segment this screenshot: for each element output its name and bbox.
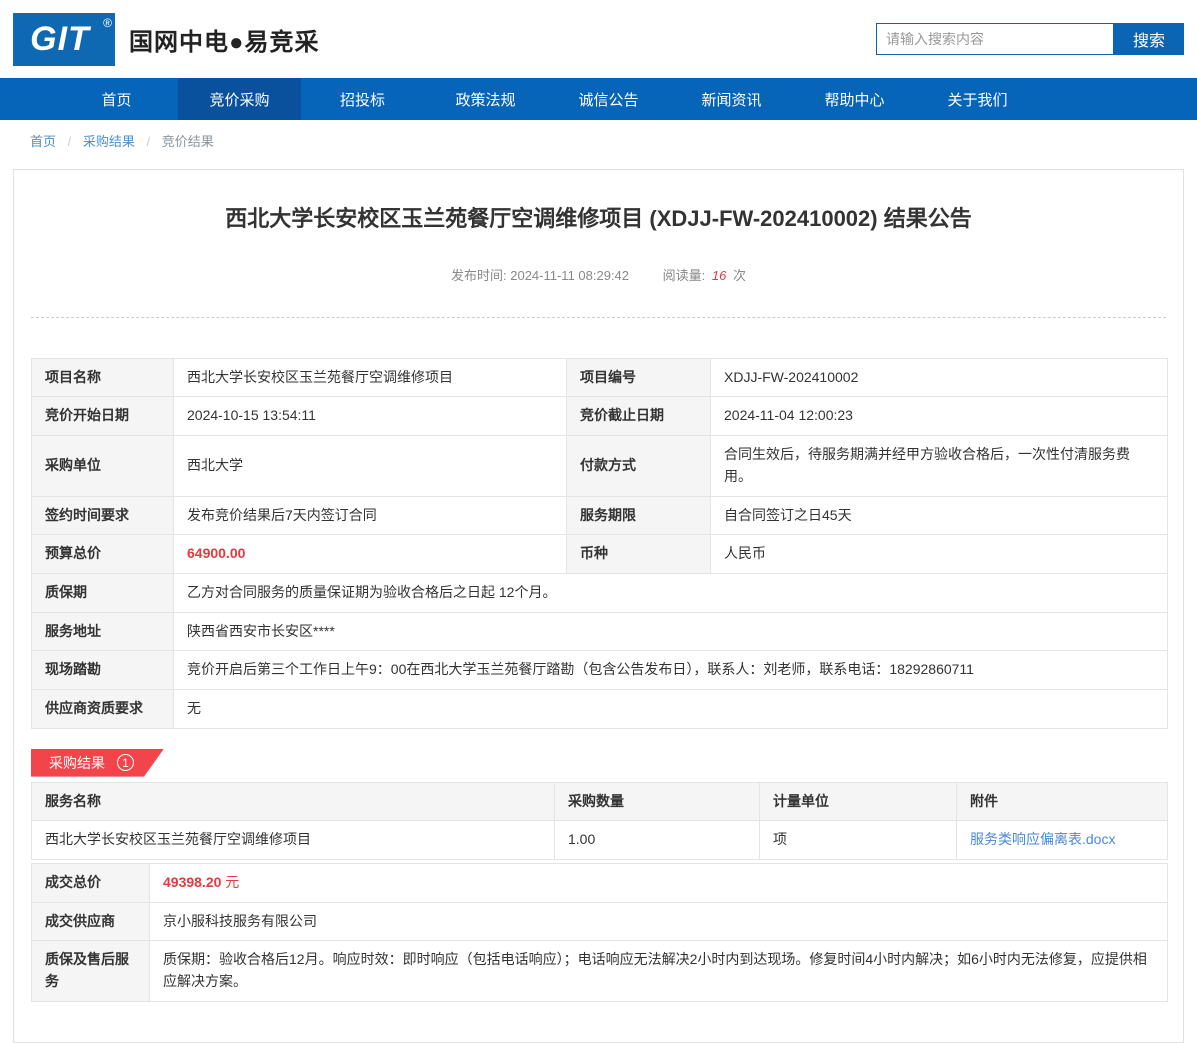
page-header: GIT ® 国网中电●易竞采 搜索 [0,0,1197,78]
search-input[interactable] [876,23,1114,55]
table-row: 质保及售后服务 质保期：验收合格后12月。响应时效：即时响应（包括电话响应）；电… [31,940,1168,1002]
site-visit-value: 竞价开启后第三个工作日上午9：00在西北大学玉兰苑餐厅踏勘（包含公告发布日），联… [173,650,1168,690]
currency-label: 币种 [566,534,711,574]
unit-header: 计量单位 [759,781,957,822]
table-row: 签约时间要求 发布竞价结果后7天内签订合同 服务期限 自合同签订之日45天 [31,495,1168,536]
table-row: 成交总价 49398.20 元 [31,863,1168,903]
publish-time-label: 发布时间: [450,267,507,283]
site-logo[interactable]: GIT ® [13,12,115,66]
payment-value: 合同生效后，待服务期满并经甲方验收合格后，一次性付清服务费用。 [710,435,1168,497]
site-visit-label: 现场踏勘 [31,650,174,690]
project-no-label: 项目编号 [566,357,711,398]
deal-price-cell: 49398.20 元 [149,863,1168,903]
service-name-header: 服务名称 [31,781,555,822]
supplier-label: 成交供应商 [31,901,150,942]
page-title: 西北大学长安校区玉兰苑餐厅空调维修项目 (XDJJ-FW-202410002) … [225,206,972,231]
table-row: 供应商资质要求 无 [31,688,1168,729]
end-date-value: 2024-11-04 12:00:23 [710,396,1168,437]
deal-summary-table: 成交总价 49398.20 元 成交供应商 京小服科技服务有限公司 质保及售后服… [31,863,1168,1002]
breadcrumb-separator: / [67,134,72,149]
qualification-value: 无 [173,688,1168,729]
table-header-row: 服务名称 采购数量 计量单位 附件 [31,781,1168,822]
divider [31,316,1166,318]
table-row: 成交供应商 京小服科技服务有限公司 [31,901,1168,942]
table-row: 西北大学长安校区玉兰苑餐厅空调维修项目 1.00 项 服务类响应偏离表.docx [31,820,1168,861]
breadcrumb-purchase-results[interactable]: 采购结果 [83,134,135,149]
table-row: 竞价开始日期 2024-10-15 13:54:11 竞价截止日期 2024-1… [31,396,1168,437]
table-row: 采购单位 西北大学 付款方式 合同生效后，待服务期满并经甲方验收合格后，一次性付… [31,435,1168,497]
nav-item-help-center[interactable]: 帮助中心 [793,78,916,120]
table-row: 现场踏勘 竞价开启后第三个工作日上午9：00在西北大学玉兰苑餐厅踏勘（包含公告发… [31,650,1168,690]
quantity-cell: 1.00 [554,820,760,861]
publish-time-value: 2024-11-11 08:29:42 [510,267,630,283]
deal-price-value: 49398.20 [163,874,222,891]
after-sales-label: 质保及售后服务 [31,940,150,1002]
table-row: 项目名称 西北大学长安校区玉兰苑餐厅空调维修项目 项目编号 XDJJ-FW-20… [31,357,1168,398]
purchaser-label: 采购单位 [31,435,174,497]
attachment-header: 附件 [956,781,1168,822]
project-no-value: XDJJ-FW-202410002 [710,357,1168,398]
registered-mark-icon: ® [103,15,112,30]
deal-price-label: 成交总价 [31,863,150,903]
end-date-label: 竞价截止日期 [566,396,711,437]
nav-item-integrity-notice[interactable]: 诚信公告 [547,78,670,120]
start-date-label: 竞价开始日期 [31,396,174,437]
sign-time-label: 签约时间要求 [31,495,174,536]
purchase-result-badge-label: 采购结果 [49,754,105,771]
purchase-result-table: 服务名称 采购数量 计量单位 附件 西北大学长安校区玉兰苑餐厅空调维修项目 1.… [31,781,1168,861]
purchase-result-badge: 采购结果 1 [31,749,164,777]
nav-item-news[interactable]: 新闻资讯 [670,78,793,120]
after-sales-value: 质保期：验收合格后12月。响应时效：即时响应（包括电话响应）；电话响应无法解决2… [149,940,1168,1002]
service-period-label: 服务期限 [566,495,711,536]
purchaser-value: 西北大学 [173,435,567,497]
quantity-header: 采购数量 [554,781,760,822]
views-label: 阅读量: [662,267,706,283]
breadcrumb-separator: / [146,134,151,149]
service-period-value: 自合同签订之日45天 [710,495,1168,536]
project-name-label: 项目名称 [31,357,174,398]
address-label: 服务地址 [31,611,174,652]
breadcrumb: 首页 / 采购结果 / 竞价结果 [0,120,1197,160]
project-name-value: 西北大学长安校区玉兰苑餐厅空调维修项目 [173,357,567,398]
start-date-value: 2024-10-15 13:54:11 [173,396,567,437]
unit-cell: 项 [759,820,957,861]
project-details-table: 项目名称 西北大学长安校区玉兰苑餐厅空调维修项目 项目编号 XDJJ-FW-20… [31,357,1168,729]
supplier-value: 京小服科技服务有限公司 [149,901,1168,942]
currency-value: 人民币 [710,534,1168,574]
views-unit: 次 [733,267,747,283]
announcement-card: 西北大学长安校区玉兰苑餐厅空调维修项目 (XDJJ-FW-202410002) … [13,169,1184,1043]
service-name-cell: 西北大学长安校区玉兰苑餐厅空调维修项目 [31,820,555,861]
address-value: 陕西省西安市长安区**** [173,611,1168,652]
search-button[interactable]: 搜索 [1114,23,1184,55]
search-bar: 搜索 [876,23,1184,55]
qualification-label: 供应商资质要求 [31,688,174,729]
site-name: 国网中电●易竞采 [129,28,320,56]
breadcrumb-bidding-results: 竞价结果 [161,134,214,149]
budget-label: 预算总价 [31,534,174,574]
table-row: 预算总价 64900.00 币种 人民币 [31,534,1168,574]
warranty-label: 质保期 [31,572,174,613]
attachment-link[interactable]: 服务类响应偏离表.docx [970,831,1115,847]
nav-item-policies[interactable]: 政策法规 [424,78,547,120]
breadcrumb-home[interactable]: 首页 [30,134,56,149]
table-row: 服务地址 陕西省西安市长安区**** [31,611,1168,652]
nav-item-about-us[interactable]: 关于我们 [916,78,1039,120]
nav-item-bidding-purchase[interactable]: 竞价采购 [178,78,301,120]
nav-item-home[interactable]: 首页 [55,78,178,120]
attachment-cell: 服务类响应偏离表.docx [956,820,1168,861]
payment-label: 付款方式 [566,435,711,497]
deal-price-unit: 元 [225,874,240,891]
badge-count-circle-icon: 1 [117,754,134,771]
nav-item-tender[interactable]: 招投标 [301,78,424,120]
views-count: 16 [711,267,727,283]
sign-time-value: 发布竞价结果后7天内签订合同 [173,495,567,536]
budget-value: 64900.00 [173,534,567,574]
main-nav: 首页 竞价采购 招投标 政策法规 诚信公告 新闻资讯 帮助中心 关于我们 [0,78,1197,120]
logo-text: GIT [30,20,90,58]
table-row: 质保期 乙方对合同服务的质量保证期为验收合格后之日起 12个月。 [31,572,1168,613]
warranty-value: 乙方对合同服务的质量保证期为验收合格后之日起 12个月。 [173,572,1168,613]
article-meta: 发布时间: 2024-11-11 08:29:42 阅读量: 16 次 [31,265,1166,284]
